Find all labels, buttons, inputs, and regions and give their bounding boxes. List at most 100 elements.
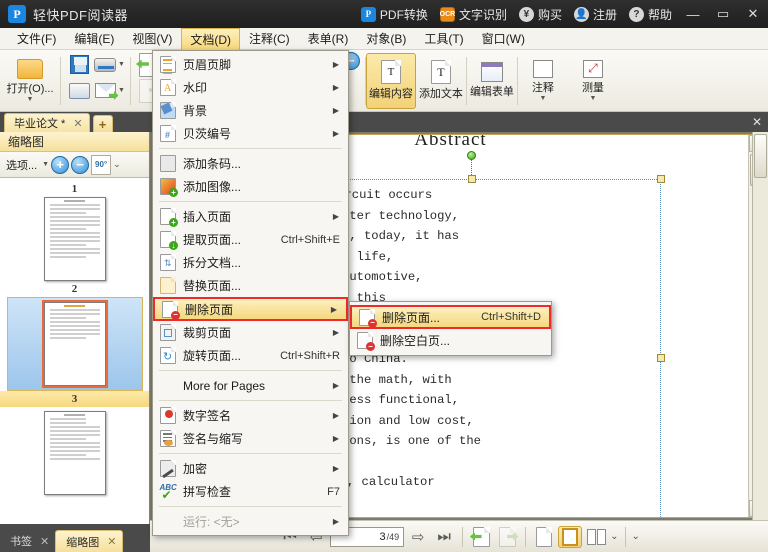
print-button[interactable] [66,78,92,104]
chevron-down-icon[interactable]: ⌄ [632,531,640,542]
close-button[interactable]: ✕ [738,0,768,28]
close-icon[interactable]: ✕ [40,535,49,548]
menu-item-background[interactable]: 背景 ▶ [153,99,348,122]
chevron-down-icon[interactable]: ⌄ [610,531,618,542]
menu-view[interactable]: 视图(V) [123,27,181,50]
thumbnail-page-image[interactable] [41,300,108,388]
options-button[interactable]: 选项... [3,157,40,173]
menu-item-digital-signature[interactable]: 数字签名 ▶ [153,404,348,427]
thumbnail-item[interactable]: 2 3 [0,281,149,407]
menu-file[interactable]: 文件(F) [8,27,65,50]
menu-item-split-document[interactable]: ⇅ 拆分文档... [153,251,348,274]
edit-content-label: 编辑内容 [368,88,413,100]
continuous-view-button[interactable] [558,525,583,548]
register-button[interactable]: 👤 注册 [568,0,623,28]
add-text-button[interactable]: T 添加文本 [416,53,466,109]
edit-form-icon [480,62,503,82]
save-button[interactable] [66,52,92,78]
pdf-convert-button[interactable]: P PDF转换 [355,0,434,28]
menu-item-replace-page[interactable]: 替换页面... [153,274,348,297]
menu-item-add-barcode[interactable]: 添加条码... [153,152,348,175]
chevron-right-icon: ▶ [332,106,339,115]
menu-comment[interactable]: 注释(C) [240,27,299,50]
close-document-icon[interactable]: ✕ [752,115,762,129]
chevron-down-icon[interactable]: ▼ [118,61,125,68]
maximize-button[interactable]: ▭ [708,0,738,28]
open-button[interactable]: 打开(O)... ▼ [5,53,55,109]
buy-button[interactable]: ¥ 购买 [513,0,568,28]
chevron-down-icon[interactable]: ⌄ [113,159,121,170]
minimize-button[interactable]: — [678,0,708,28]
thumbnail-zoom-out-button[interactable]: − [71,155,90,174]
resize-handle-top[interactable] [468,175,476,183]
previous-view-button[interactable] [469,526,493,548]
chevron-down-icon[interactable]: ▼ [118,87,125,94]
document-tab[interactable]: 毕业论文 * ✕ [4,113,90,132]
menu-window[interactable]: 窗口(W) [473,27,534,50]
resize-handle-right[interactable] [657,354,665,362]
single-page-view-button[interactable] [532,526,556,548]
measure-icon: ⤢ [582,59,603,78]
submenu-item-delete-blank-page[interactable]: − 删除空白页... [350,329,551,352]
thumbnail-zoom-in-button[interactable]: + [51,155,70,174]
rotate-button[interactable]: 90° [91,154,112,175]
menu-document[interactable]: 文档(D) [181,27,240,50]
last-page-button[interactable]: ⏭ [432,526,456,548]
submenu-item-delete-page[interactable]: − 删除页面... Ctrl+Shift+D [350,305,551,329]
delete-page-submenu[interactable]: − 删除页面... Ctrl+Shift+D − 删除空白页... [349,301,552,356]
thumbnail-page-image[interactable] [43,197,106,281]
menu-item-crop-page[interactable]: 裁剪页面 ▶ [153,321,348,344]
menu-item-rotate-page[interactable]: ↻ 旋转页面... Ctrl+Shift+R [153,344,348,367]
facing-view-button[interactable] [584,526,608,548]
menu-item-signature-initials[interactable]: 签名与缩写 ▶ [153,427,348,450]
menu-object[interactable]: 对象(B) [357,27,415,50]
help-label: 帮助 [647,7,672,22]
rotate-handle[interactable] [467,151,476,160]
thumbnail-list[interactable]: 1 2 3 [0,178,149,524]
menu-item-encrypt[interactable]: 加密 ▶ [153,457,348,480]
menu-item-watermark[interactable]: A 水印 ▶ [153,76,348,99]
window-scrollbar-thumb[interactable] [754,134,767,178]
menu-item-delete-page[interactable]: − 删除页面 ▶ [153,297,348,321]
email-button[interactable] [92,78,119,104]
menu-item-label: 旋转页面... [183,349,242,363]
thumbnail-item[interactable]: 1 [0,178,149,281]
menu-item-bates-number[interactable]: # 贝茨编号 ▶ [153,122,348,145]
chevron-down-icon[interactable]: ▼ [539,95,546,102]
close-icon[interactable]: ✕ [73,117,82,130]
menu-item-more-for-pages[interactable]: More for Pages ▶ [153,374,348,397]
edit-content-button[interactable]: T 编辑内容 [365,52,416,109]
thumbnail-page-image[interactable] [43,411,106,495]
menu-form[interactable]: 表单(R) [299,27,358,50]
resize-handle-top-right[interactable] [657,175,665,183]
menu-item-spellcheck[interactable]: ABC ✔ 拼写检查 F7 [153,480,348,503]
next-page-button[interactable]: ⇨ [406,526,430,548]
edit-form-button[interactable]: 编辑表单 [467,53,517,109]
menu-item-header-footer[interactable]: 页眉页脚 ▶ [153,53,348,76]
tab-thumbnails[interactable]: 缩略图 ✕ [55,530,124,552]
submenu-item-label: 删除空白页... [380,334,451,348]
document-menu-dropdown[interactable]: 页眉页脚 ▶ A 水印 ▶ 背景 ▶ # 贝茨编号 ▶ 添加条码... + 添加… [152,50,349,536]
menu-item-extract-page[interactable]: ↓ 提取页面... Ctrl+Shift+E [153,228,348,251]
menu-item-add-image[interactable]: + 添加图像... [153,175,348,198]
menu-edit[interactable]: 编辑(E) [65,27,123,50]
scanner-button[interactable] [92,52,118,78]
ocr-button[interactable]: OCR 文字识别 [434,0,513,28]
help-button[interactable]: ? 帮助 [623,0,678,28]
none-icon [157,376,179,395]
menu-item-label: More for Pages [183,378,266,393]
chevron-down-icon[interactable]: ▼ [42,161,49,168]
close-icon[interactable]: ✕ [107,535,116,548]
window-scrollbar[interactable] [752,132,768,520]
tab-bookmarks[interactable]: 书签 ✕ [0,530,55,552]
panel-tab-strip: 书签 ✕ 缩略图 ✕ [0,524,150,552]
chevron-down-icon[interactable]: ▼ [589,95,596,102]
thumbnail-item[interactable] [0,407,149,495]
annotate-button[interactable]: 注释 ▼ [518,53,568,109]
menu-tools[interactable]: 工具(T) [415,27,472,50]
document-tab-strip: 毕业论文 * ✕ + ✕ [0,112,768,132]
pdf-convert-icon: P [360,6,376,22]
measure-button[interactable]: ⤢ 测量 ▼ [568,53,618,109]
new-tab-button[interactable]: + [92,115,113,132]
menu-item-insert-page[interactable]: + 插入页面 ▶ [153,205,348,228]
